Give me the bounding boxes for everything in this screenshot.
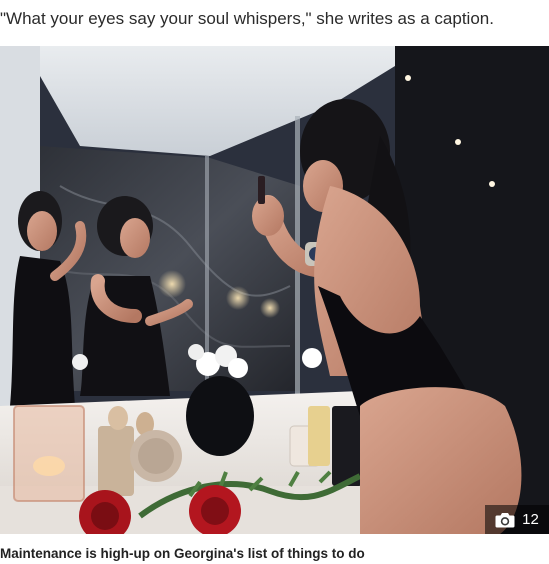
image-caption: Maintenance is high-up on Georgina's lis…: [0, 546, 365, 561]
article-photo[interactable]: 12: [0, 46, 549, 534]
camera-icon: [495, 512, 515, 528]
photo-illustration: [0, 46, 549, 534]
gallery-count: 12: [522, 511, 539, 528]
quote-caption: "What your eyes say your soul whispers,"…: [0, 9, 494, 28]
gallery-count-badge[interactable]: 12: [485, 505, 549, 534]
